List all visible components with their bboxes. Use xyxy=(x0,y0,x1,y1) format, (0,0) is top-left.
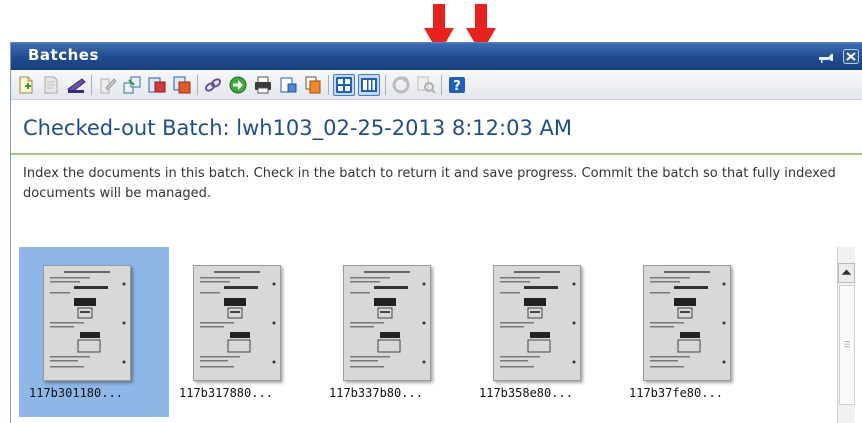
move-pages-button[interactable] xyxy=(146,74,168,96)
link-button[interactable] xyxy=(202,74,224,96)
panel-titlebar: Batches xyxy=(11,42,862,70)
search-icon xyxy=(417,76,436,94)
page-image xyxy=(493,265,581,381)
next-button[interactable] xyxy=(227,74,249,96)
list-view-icon xyxy=(361,78,377,92)
copy-button[interactable] xyxy=(302,74,324,96)
scan-button[interactable] xyxy=(65,74,87,96)
page-image xyxy=(643,265,731,381)
toolbar: ? xyxy=(11,70,862,100)
edit-document-button[interactable] xyxy=(96,74,118,96)
copy-icon xyxy=(305,76,321,94)
document-thumbnail[interactable]: 117b337b80... xyxy=(319,247,469,417)
panel-title: Batches xyxy=(28,46,99,64)
scan-icon xyxy=(67,78,86,93)
thumbnail-caption: 117b337b80... xyxy=(329,386,423,400)
refresh-icon xyxy=(392,76,410,94)
search-button[interactable] xyxy=(415,74,437,96)
link-icon xyxy=(204,78,222,92)
next-icon xyxy=(229,76,247,94)
thumbnail-grid: 117b301180... 117b317880... 117b337b80..… xyxy=(19,247,837,423)
page-image xyxy=(343,265,431,381)
print-icon xyxy=(255,76,271,94)
svg-text:?: ? xyxy=(453,79,461,94)
help-button[interactable]: ? xyxy=(446,74,468,96)
list-view-button[interactable] xyxy=(358,74,380,96)
merge-pages-icon xyxy=(173,76,191,94)
chevron-up-icon xyxy=(841,269,852,275)
document-thumbnail[interactable]: 117b358e80... xyxy=(469,247,619,417)
scroll-up-button[interactable] xyxy=(838,263,855,283)
document-page-thumbnail xyxy=(194,266,280,380)
document-page-thumbnail xyxy=(644,266,730,380)
new-document-icon xyxy=(19,76,33,94)
document-page-thumbnail xyxy=(494,266,580,380)
document-thumbnail[interactable]: 117b301180... xyxy=(19,247,169,417)
split-document-button[interactable] xyxy=(121,74,143,96)
instructions-text: Index the documents in this batch. Check… xyxy=(23,166,836,201)
thumbnail-caption: 117b301180... xyxy=(29,386,123,400)
page-title: Checked-out Batch: lwh103_02-25-2013 8:1… xyxy=(23,116,572,140)
vertical-scrollbar[interactable] xyxy=(837,247,855,423)
page-image xyxy=(193,265,281,381)
thumbnail-view-icon xyxy=(336,77,352,93)
document-properties-button[interactable] xyxy=(40,74,62,96)
document-thumbnail[interactable]: 117b317880... xyxy=(169,247,319,417)
thumbnail-caption: 117b37fe80... xyxy=(629,386,723,400)
document-page-thumbnail xyxy=(44,266,130,380)
batches-panel: Batches ? Checked-out Batch: lwh103_02-2… xyxy=(10,42,862,423)
help-icon: ? xyxy=(449,77,465,94)
pin-icon[interactable] xyxy=(818,49,834,64)
divider xyxy=(11,153,862,155)
thumbnail-caption: 117b358e80... xyxy=(479,386,573,400)
import-button[interactable] xyxy=(277,74,299,96)
close-icon[interactable] xyxy=(843,49,859,64)
merge-pages-button[interactable] xyxy=(171,74,193,96)
thumbnail-caption: 117b317880... xyxy=(179,386,273,400)
edit-document-icon xyxy=(100,78,117,94)
thumbnail-view-button[interactable] xyxy=(333,74,355,96)
document-page-thumbnail xyxy=(344,266,430,380)
import-icon xyxy=(280,77,297,93)
scrollbar-thumb[interactable] xyxy=(839,285,855,405)
new-document-button[interactable] xyxy=(15,74,37,96)
document-thumbnail[interactable]: 117b37fe80... xyxy=(619,247,769,417)
split-document-icon xyxy=(123,76,141,94)
print-button[interactable] xyxy=(252,74,274,96)
document-properties-icon xyxy=(44,76,58,94)
move-pages-icon xyxy=(148,77,166,93)
refresh-button[interactable] xyxy=(390,74,412,96)
page-image xyxy=(43,265,131,381)
